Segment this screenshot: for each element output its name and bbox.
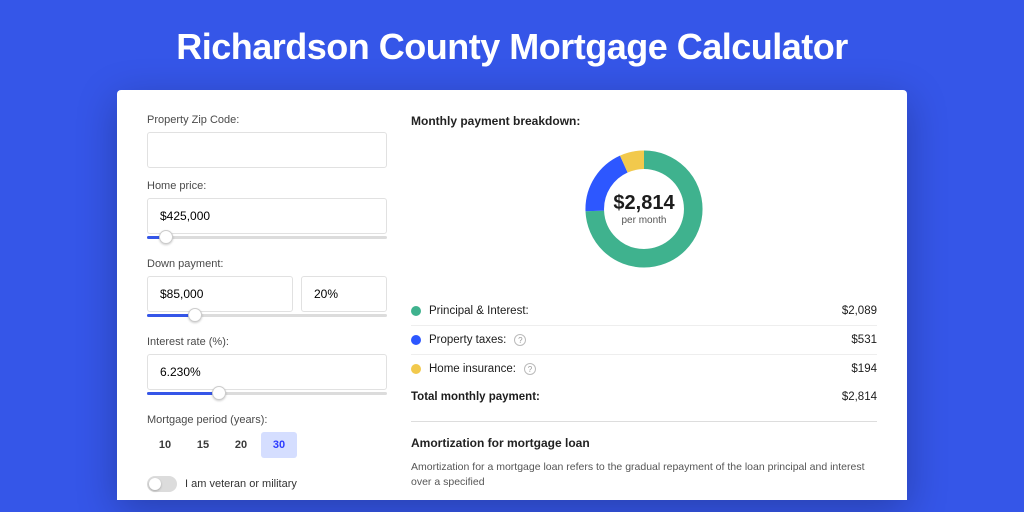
amortization-section: Amortization for mortgage loan Amortizat…	[411, 421, 877, 490]
donut-amount: $2,814	[613, 192, 674, 215]
down-payment-input[interactable]	[147, 276, 293, 312]
total-label: Total monthly payment:	[411, 391, 540, 403]
breakdown-row: Home insurance: ? $194	[411, 354, 877, 383]
help-icon[interactable]: ?	[524, 363, 536, 375]
zip-input[interactable]	[147, 132, 387, 168]
home-price-input[interactable]	[147, 198, 387, 234]
amortization-body: Amortization for a mortgage loan refers …	[411, 460, 877, 490]
breakdown-value: $531	[851, 334, 877, 346]
period-option-30[interactable]: 30	[261, 432, 297, 458]
period-option-15[interactable]: 15	[185, 432, 221, 458]
calculator-card: Property Zip Code: Home price: Down paym…	[117, 90, 907, 500]
slider-fill	[147, 392, 219, 395]
color-swatch-icon	[411, 306, 421, 316]
home-price-label: Home price:	[147, 180, 387, 192]
breakdown-label: Principal & Interest:	[429, 305, 529, 317]
breakdown-heading: Monthly payment breakdown:	[411, 114, 877, 128]
results-column: Monthly payment breakdown: $2,814 per mo…	[411, 114, 877, 500]
total-value: $2,814	[842, 391, 877, 403]
breakdown-value: $2,089	[842, 305, 877, 317]
donut-center: $2,814 per month	[613, 192, 674, 226]
donut-sub: per month	[613, 215, 674, 226]
breakdown-value: $194	[851, 363, 877, 375]
breakdown-row: Property taxes: ? $531	[411, 325, 877, 354]
page-title: Richardson County Mortgage Calculator	[0, 0, 1024, 90]
veteran-toggle[interactable]	[147, 476, 177, 492]
interest-rate-label: Interest rate (%):	[147, 336, 387, 348]
breakdown-label: Home insurance:	[429, 363, 516, 375]
period-option-20[interactable]: 20	[223, 432, 259, 458]
veteran-row: I am veteran or military	[147, 476, 387, 492]
breakdown-row: Principal & Interest: $2,089	[411, 297, 877, 325]
home-price-slider[interactable]	[147, 232, 387, 246]
inputs-column: Property Zip Code: Home price: Down paym…	[147, 114, 387, 500]
slider-thumb-icon[interactable]	[188, 308, 202, 322]
help-icon[interactable]: ?	[514, 334, 526, 346]
down-payment-slider[interactable]	[147, 310, 387, 324]
total-row: Total monthly payment: $2,814	[411, 383, 877, 411]
down-payment-label: Down payment:	[147, 258, 387, 270]
mortgage-period-group: 10152030	[147, 432, 387, 458]
period-option-10[interactable]: 10	[147, 432, 183, 458]
zip-label: Property Zip Code:	[147, 114, 387, 126]
slider-thumb-icon[interactable]	[212, 386, 226, 400]
breakdown-label: Property taxes:	[429, 334, 506, 346]
color-swatch-icon	[411, 364, 421, 374]
payment-donut-chart: $2,814 per month	[411, 136, 877, 281]
interest-rate-slider[interactable]	[147, 388, 387, 402]
interest-rate-input[interactable]	[147, 354, 387, 390]
amortization-heading: Amortization for mortgage loan	[411, 436, 877, 450]
breakdown-list: Principal & Interest: $2,089 Property ta…	[411, 297, 877, 383]
slider-thumb-icon[interactable]	[159, 230, 173, 244]
down-payment-pct-input[interactable]	[301, 276, 387, 312]
veteran-label: I am veteran or military	[185, 478, 297, 490]
mortgage-period-label: Mortgage period (years):	[147, 414, 387, 426]
color-swatch-icon	[411, 335, 421, 345]
